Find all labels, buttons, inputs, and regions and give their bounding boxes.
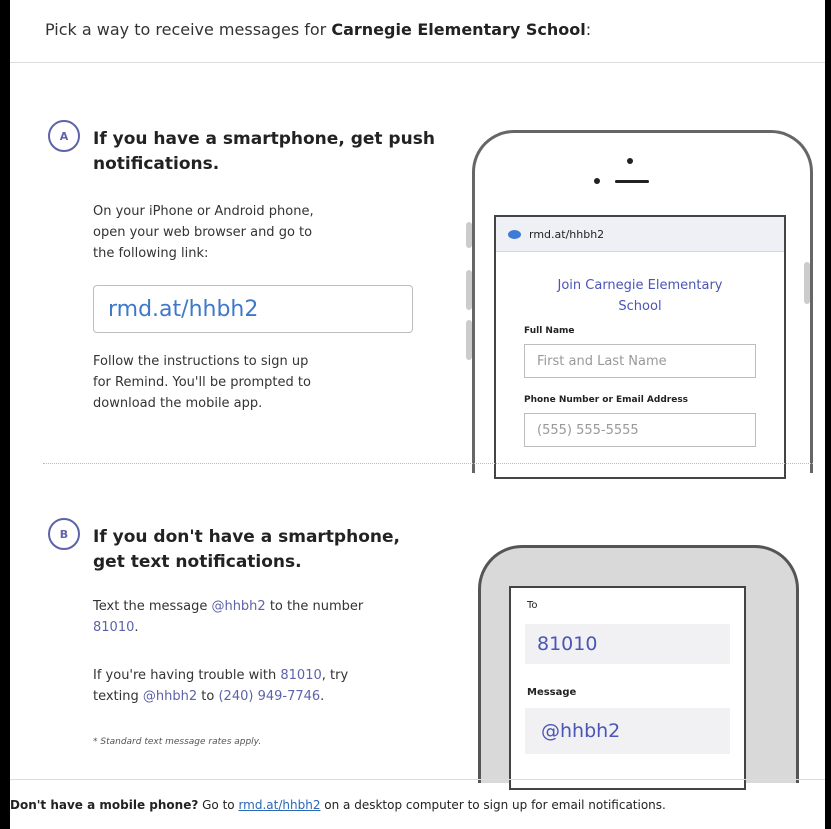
smartphone-screen: rmd.at/hhbh2 Join Carnegie Elementary Sc… xyxy=(494,215,786,479)
phone-speaker-icon xyxy=(615,180,649,183)
badge-b: B xyxy=(48,518,80,550)
browser-url-bar[interactable]: rmd.at/hhbh2 xyxy=(496,217,784,252)
phone-side-button xyxy=(466,270,472,310)
badge-a: A xyxy=(48,120,80,152)
section-b-text-instructions: Text the message @hhbh2 to the number 81… xyxy=(93,599,364,635)
join-heading: Join Carnegie Elementary School xyxy=(557,278,723,314)
remind-logo-icon xyxy=(508,229,521,239)
contact-label: Phone Number or Email Address xyxy=(524,395,689,405)
frame-border xyxy=(825,0,831,829)
section-a-title: If you have a smartphone, get push notif… xyxy=(93,129,435,174)
footer-note: Don't have a mobile phone? Go to rmd.at/… xyxy=(10,798,666,812)
section-divider xyxy=(43,463,813,464)
short-code-number: 81010 xyxy=(93,620,135,635)
phone-side-button xyxy=(466,222,472,248)
phone-camera-icon xyxy=(627,158,633,164)
to-label: To xyxy=(527,600,538,611)
alt-phone-number: (240) 949-7746 xyxy=(218,689,321,704)
phone-sensor-icon xyxy=(594,178,600,184)
section-a-instructions: On your iPhone or Android phone, open yo… xyxy=(93,204,314,261)
rates-note: * Standard text message rates apply. xyxy=(93,737,262,747)
url-text: rmd.at/hhbh2 xyxy=(529,227,605,241)
phone-power-button xyxy=(804,262,810,304)
contact-input[interactable]: (555) 555-5555 xyxy=(524,413,756,447)
divider-bottom xyxy=(10,779,825,780)
page-title: Pick a way to receive messages for Carne… xyxy=(45,20,592,39)
full-name-input[interactable]: First and Last Name xyxy=(524,344,756,378)
keyword-code: @hhbh2 xyxy=(211,599,266,614)
signup-link-box[interactable]: rmd.at/hhbh2 xyxy=(93,285,413,333)
section-a-follow-text: Follow the instructions to sign up for R… xyxy=(93,354,311,411)
message-field: @hhbh2 xyxy=(525,708,730,754)
full-name-label: Full Name xyxy=(524,326,575,336)
section-b-title: If you don't have a smartphone, get text… xyxy=(93,527,400,572)
footer-signup-link[interactable]: rmd.at/hhbh2 xyxy=(238,798,320,812)
to-field: 81010 xyxy=(525,624,730,664)
divider-top xyxy=(10,62,825,63)
instructions-card: Pick a way to receive messages for Carne… xyxy=(10,0,831,829)
message-label: Message xyxy=(527,687,577,698)
basic-phone-screen: To 81010 Message @hhbh2 xyxy=(509,586,746,790)
phone-side-button xyxy=(466,320,472,360)
section-b-trouble-text: If you're having trouble with 81010, try… xyxy=(93,668,349,704)
footer-question: Don't have a mobile phone? xyxy=(10,798,199,812)
school-name: Carnegie Elementary School xyxy=(331,20,586,39)
